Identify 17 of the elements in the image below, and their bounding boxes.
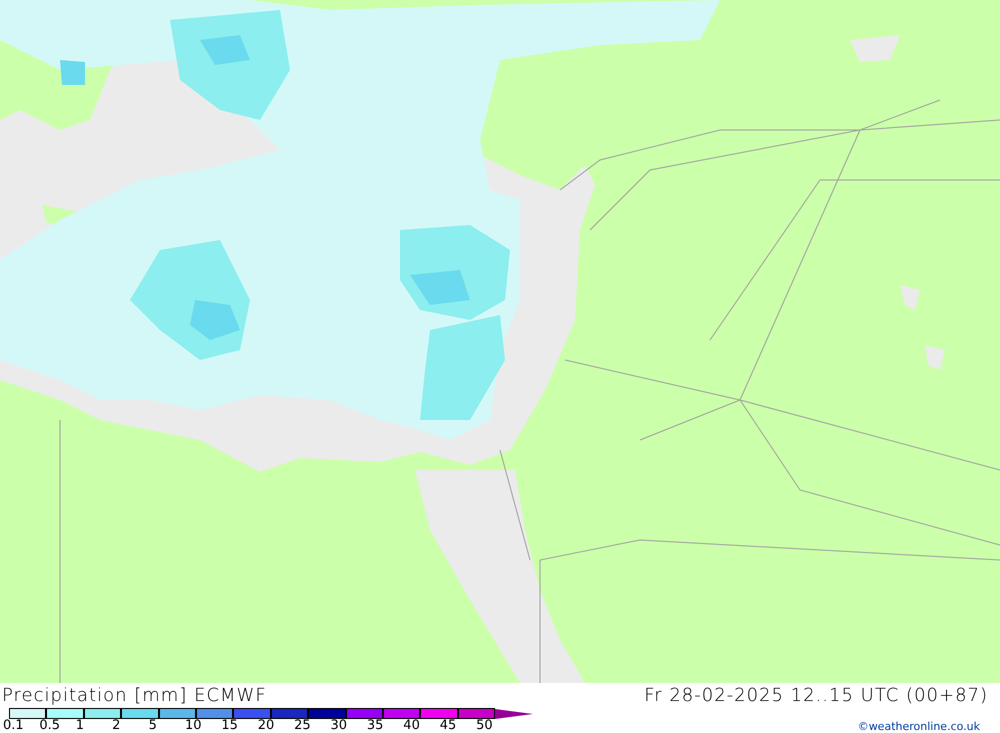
scale-label: 30: [330, 719, 348, 733]
scale-label: 2: [111, 719, 122, 733]
scale-label: 25: [293, 719, 312, 733]
credit-link[interactable]: ©weatheronline.co.uk: [858, 720, 980, 732]
scale-label: 15: [220, 719, 239, 733]
scale-label: 50: [475, 719, 494, 733]
legend-title: Precipitation [mm] ECMWF: [2, 685, 267, 706]
scale-label: 1: [74, 719, 86, 733]
scale-label: 10: [184, 719, 202, 733]
scale-label: 0.1: [2, 719, 25, 733]
valid-time: Fr 28-02-2025 12..15 UTC (00+87): [644, 685, 988, 706]
scale-label: 0.5: [38, 719, 62, 733]
scale-label: 5: [148, 719, 158, 733]
scale-label: 20: [256, 719, 276, 733]
scale-label: 45: [438, 719, 458, 733]
scale-label: 35: [366, 719, 384, 733]
scale-label: 40: [402, 719, 421, 733]
